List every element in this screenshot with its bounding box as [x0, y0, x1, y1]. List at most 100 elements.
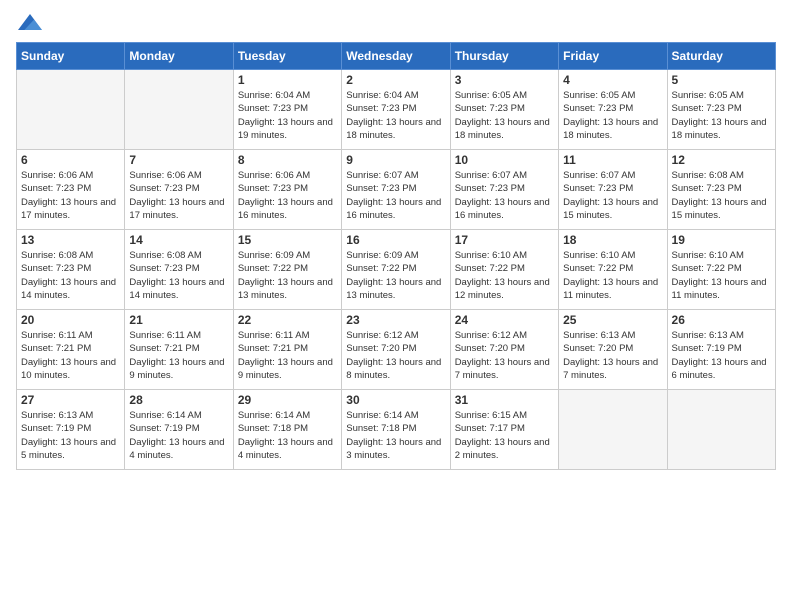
day-number: 14 — [129, 233, 228, 247]
cell-info: Sunrise: 6:15 AMSunset: 7:17 PMDaylight:… — [455, 409, 554, 462]
cell-info: Sunrise: 6:07 AMSunset: 7:23 PMDaylight:… — [346, 169, 445, 222]
day-number: 2 — [346, 73, 445, 87]
calendar-cell: 2 Sunrise: 6:04 AMSunset: 7:23 PMDaylight… — [342, 70, 450, 150]
cell-info: Sunrise: 6:12 AMSunset: 7:20 PMDaylight:… — [346, 329, 445, 382]
calendar-cell: 20 Sunrise: 6:11 AMSunset: 7:21 PMDayligh… — [17, 310, 125, 390]
logo-icon — [18, 10, 42, 34]
days-of-week-header: SundayMondayTuesdayWednesdayThursdayFrid… — [17, 43, 776, 70]
page-header — [16, 16, 776, 34]
cell-info: Sunrise: 6:14 AMSunset: 7:18 PMDaylight:… — [346, 409, 445, 462]
cell-info: Sunrise: 6:07 AMSunset: 7:23 PMDaylight:… — [455, 169, 554, 222]
cell-info: Sunrise: 6:04 AMSunset: 7:23 PMDaylight:… — [346, 89, 445, 142]
cell-info: Sunrise: 6:11 AMSunset: 7:21 PMDaylight:… — [129, 329, 228, 382]
day-number: 30 — [346, 393, 445, 407]
day-number: 6 — [21, 153, 120, 167]
dow-sunday: Sunday — [17, 43, 125, 70]
calendar-cell: 30 Sunrise: 6:14 AMSunset: 7:18 PMDayligh… — [342, 390, 450, 470]
calendar-cell: 18 Sunrise: 6:10 AMSunset: 7:22 PMDayligh… — [559, 230, 667, 310]
day-number: 24 — [455, 313, 554, 327]
day-number: 3 — [455, 73, 554, 87]
cell-info: Sunrise: 6:05 AMSunset: 7:23 PMDaylight:… — [672, 89, 771, 142]
calendar-cell — [559, 390, 667, 470]
cell-info: Sunrise: 6:13 AMSunset: 7:19 PMDaylight:… — [21, 409, 120, 462]
dow-saturday: Saturday — [667, 43, 775, 70]
day-number: 29 — [238, 393, 337, 407]
calendar-cell: 17Sunrise: 6:10 AMSunset: 7:22 PMDayligh… — [450, 230, 558, 310]
cell-info: Sunrise: 6:06 AMSunset: 7:23 PMDaylight:… — [238, 169, 337, 222]
day-number: 13 — [21, 233, 120, 247]
day-number: 22 — [238, 313, 337, 327]
calendar-table: SundayMondayTuesdayWednesdayThursdayFrid… — [16, 42, 776, 470]
calendar-week-5: 27Sunrise: 6:13 AMSunset: 7:19 PMDayligh… — [17, 390, 776, 470]
calendar-week-3: 13 Sunrise: 6:08 AMSunset: 7:23 PMDayligh… — [17, 230, 776, 310]
calendar-week-1: 1 Sunrise: 6:04 AMSunset: 7:23 PMDaylight… — [17, 70, 776, 150]
day-number: 10 — [455, 153, 554, 167]
calendar-cell — [125, 70, 233, 150]
day-number: 7 — [129, 153, 228, 167]
cell-info: Sunrise: 6:10 AMSunset: 7:22 PMDaylight:… — [563, 249, 662, 302]
day-number: 18 — [563, 233, 662, 247]
day-number: 16 — [346, 233, 445, 247]
calendar-cell: 1 Sunrise: 6:04 AMSunset: 7:23 PMDaylight… — [233, 70, 341, 150]
calendar-cell: 19 Sunrise: 6:10 AMSunset: 7:22 PMDayligh… — [667, 230, 775, 310]
day-number: 31 — [455, 393, 554, 407]
calendar-cell: 4Sunrise: 6:05 AMSunset: 7:23 PMDaylight… — [559, 70, 667, 150]
calendar-cell: 7Sunrise: 6:06 AMSunset: 7:23 PMDaylight… — [125, 150, 233, 230]
calendar-cell: 29 Sunrise: 6:14 AMSunset: 7:18 PMDayligh… — [233, 390, 341, 470]
calendar-cell: 12Sunrise: 6:08 AMSunset: 7:23 PMDayligh… — [667, 150, 775, 230]
cell-info: Sunrise: 6:06 AMSunset: 7:23 PMDaylight:… — [21, 169, 120, 222]
day-number: 12 — [672, 153, 771, 167]
calendar-cell — [17, 70, 125, 150]
dow-friday: Friday — [559, 43, 667, 70]
calendar-cell: 28 Sunrise: 6:14 AMSunset: 7:19 PMDayligh… — [125, 390, 233, 470]
cell-info: Sunrise: 6:09 AMSunset: 7:22 PMDaylight:… — [238, 249, 337, 302]
cell-info: Sunrise: 6:13 AMSunset: 7:20 PMDaylight:… — [563, 329, 662, 382]
day-number: 8 — [238, 153, 337, 167]
day-number: 19 — [672, 233, 771, 247]
calendar-cell: 13Sunrise: 6:08 AMSunset: 7:23 PMDayligh… — [17, 230, 125, 310]
cell-info: Sunrise: 6:08 AMSunset: 7:23 PMDaylight:… — [129, 249, 228, 302]
cell-info: Sunrise: 6:12 AMSunset: 7:20 PMDaylight:… — [455, 329, 554, 382]
calendar-cell: 27Sunrise: 6:13 AMSunset: 7:19 PMDayligh… — [17, 390, 125, 470]
dow-thursday: Thursday — [450, 43, 558, 70]
cell-info: Sunrise: 6:09 AMSunset: 7:22 PMDaylight:… — [346, 249, 445, 302]
day-number: 28 — [129, 393, 228, 407]
day-number: 17 — [455, 233, 554, 247]
calendar-cell: 16 Sunrise: 6:09 AMSunset: 7:22 PMDayligh… — [342, 230, 450, 310]
cell-info: Sunrise: 6:07 AMSunset: 7:23 PMDaylight:… — [563, 169, 662, 222]
day-number: 20 — [21, 313, 120, 327]
calendar-cell: 3 Sunrise: 6:05 AMSunset: 7:23 PMDaylight… — [450, 70, 558, 150]
day-number: 4 — [563, 73, 662, 87]
day-number: 15 — [238, 233, 337, 247]
day-number: 23 — [346, 313, 445, 327]
calendar-cell: 31 Sunrise: 6:15 AMSunset: 7:17 PMDayligh… — [450, 390, 558, 470]
calendar-cell — [667, 390, 775, 470]
calendar-week-2: 6 Sunrise: 6:06 AMSunset: 7:23 PMDaylight… — [17, 150, 776, 230]
day-number: 21 — [129, 313, 228, 327]
cell-info: Sunrise: 6:11 AMSunset: 7:21 PMDaylight:… — [21, 329, 120, 382]
day-number: 26 — [672, 313, 771, 327]
calendar-cell: 23 Sunrise: 6:12 AMSunset: 7:20 PMDayligh… — [342, 310, 450, 390]
calendar-cell: 9Sunrise: 6:07 AMSunset: 7:23 PMDaylight… — [342, 150, 450, 230]
calendar-cell: 11 Sunrise: 6:07 AMSunset: 7:23 PMDayligh… — [559, 150, 667, 230]
calendar-cell: 22 Sunrise: 6:11 AMSunset: 7:21 PMDayligh… — [233, 310, 341, 390]
logo — [16, 16, 42, 34]
cell-info: Sunrise: 6:11 AMSunset: 7:21 PMDaylight:… — [238, 329, 337, 382]
calendar-cell: 24 Sunrise: 6:12 AMSunset: 7:20 PMDayligh… — [450, 310, 558, 390]
day-number: 11 — [563, 153, 662, 167]
day-number: 5 — [672, 73, 771, 87]
cell-info: Sunrise: 6:05 AMSunset: 7:23 PMDaylight:… — [455, 89, 554, 142]
calendar-cell: 25Sunrise: 6:13 AMSunset: 7:20 PMDayligh… — [559, 310, 667, 390]
calendar-body: 1 Sunrise: 6:04 AMSunset: 7:23 PMDaylight… — [17, 70, 776, 470]
cell-info: Sunrise: 6:10 AMSunset: 7:22 PMDaylight:… — [672, 249, 771, 302]
cell-info: Sunrise: 6:14 AMSunset: 7:18 PMDaylight:… — [238, 409, 337, 462]
cell-info: Sunrise: 6:13 AMSunset: 7:19 PMDaylight:… — [672, 329, 771, 382]
calendar-cell: 6 Sunrise: 6:06 AMSunset: 7:23 PMDaylight… — [17, 150, 125, 230]
cell-info: Sunrise: 6:04 AMSunset: 7:23 PMDaylight:… — [238, 89, 337, 142]
calendar-cell: 5 Sunrise: 6:05 AMSunset: 7:23 PMDaylight… — [667, 70, 775, 150]
day-number: 1 — [238, 73, 337, 87]
calendar-cell: 14 Sunrise: 6:08 AMSunset: 7:23 PMDayligh… — [125, 230, 233, 310]
cell-info: Sunrise: 6:14 AMSunset: 7:19 PMDaylight:… — [129, 409, 228, 462]
calendar-cell: 21 Sunrise: 6:11 AMSunset: 7:21 PMDayligh… — [125, 310, 233, 390]
dow-monday: Monday — [125, 43, 233, 70]
